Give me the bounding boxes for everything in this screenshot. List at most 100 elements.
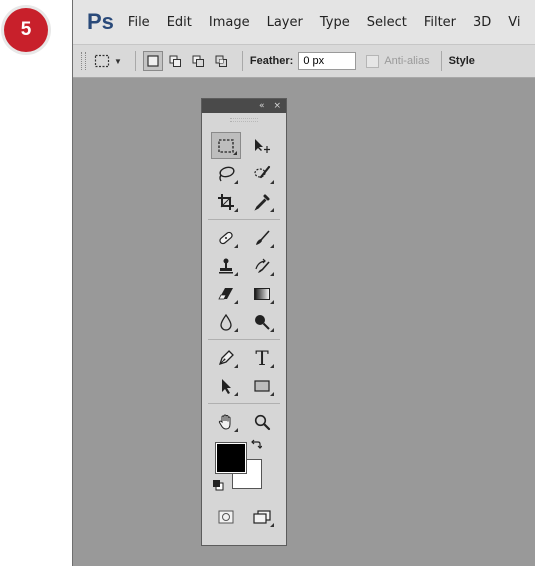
tool-group-indicator xyxy=(234,364,238,368)
brush-tool[interactable] xyxy=(247,224,277,251)
tools-panel-grip[interactable] xyxy=(230,118,258,122)
tools-panel: « × T xyxy=(201,98,287,546)
tool-group-indicator xyxy=(234,392,238,396)
add-to-selection-icon xyxy=(169,55,182,67)
tool-group-indicator xyxy=(234,428,238,432)
crop-icon xyxy=(218,193,234,210)
new-selection-button[interactable] xyxy=(142,51,163,71)
tool-group-indicator xyxy=(234,272,238,276)
move-icon xyxy=(255,138,270,153)
tool-group-indicator xyxy=(270,364,274,368)
app-logo: Ps xyxy=(87,9,114,34)
subtract-from-selection-button[interactable] xyxy=(189,51,209,71)
tool-group-indicator xyxy=(234,300,238,304)
tool-group-indicator xyxy=(270,180,274,184)
spot-healing-brush-tool[interactable] xyxy=(211,224,241,251)
rectangle-shape-icon xyxy=(254,379,270,392)
eraser-icon xyxy=(218,287,233,299)
tool-group-indicator xyxy=(270,208,274,212)
swap-colors-icon[interactable] xyxy=(250,439,262,451)
tool-preset-picker[interactable]: ▼ xyxy=(94,54,122,68)
hand-icon xyxy=(218,413,231,430)
intersect-with-selection-button[interactable] xyxy=(212,51,232,71)
eyedropper-tool[interactable] xyxy=(247,188,277,215)
tool-group-indicator xyxy=(233,151,237,155)
pen-nib-icon xyxy=(218,349,234,365)
lasso-icon xyxy=(219,166,235,181)
dodge-icon xyxy=(255,314,270,330)
gradient-icon xyxy=(254,287,270,300)
quick-mask-icon xyxy=(218,510,234,523)
screen-mode-button[interactable] xyxy=(247,503,277,530)
rectangular-marquee-tool[interactable] xyxy=(211,132,241,159)
history-brush-icon xyxy=(255,258,270,273)
tool-group-indicator xyxy=(234,244,238,248)
zoom-tool[interactable] xyxy=(247,408,277,435)
hand-tool[interactable] xyxy=(211,408,241,435)
type-tool[interactable]: T xyxy=(247,344,277,371)
eyedropper-icon xyxy=(254,194,270,211)
screen-mode-icon xyxy=(253,509,271,524)
photoshop-window: Ps File Edit Image Layer Type Select Fil… xyxy=(72,0,535,566)
tool-group-divider xyxy=(208,403,280,404)
path-selection-arrow-icon xyxy=(222,378,231,394)
blur-tool[interactable] xyxy=(211,308,241,335)
move-tool[interactable] xyxy=(247,132,277,159)
options-bar: ▼ Feather: 0 px Anti-alias Style xyxy=(73,45,535,78)
rectangle-tool[interactable] xyxy=(247,372,277,399)
tools-panel-header[interactable]: « × xyxy=(202,99,286,113)
tool-group-indicator xyxy=(270,300,274,304)
bandage-icon xyxy=(219,231,233,244)
divider xyxy=(440,51,442,71)
anti-alias-checkbox[interactable] xyxy=(366,54,380,68)
tool-group-divider xyxy=(208,339,280,340)
default-colors-icon[interactable] xyxy=(212,479,224,491)
crop-tool[interactable] xyxy=(211,188,241,215)
menu-file[interactable]: File xyxy=(128,15,150,30)
new-selection-icon xyxy=(147,55,159,67)
type-icon: T xyxy=(255,345,269,370)
clone-stamp-tool[interactable] xyxy=(211,252,241,279)
anti-alias-label: Anti-alias xyxy=(384,55,430,67)
tool-group-indicator xyxy=(234,328,238,332)
tool-group-indicator xyxy=(270,328,274,332)
feather-input[interactable] xyxy=(298,52,357,70)
tool-group-indicator xyxy=(270,272,274,276)
options-bar-grip[interactable] xyxy=(81,52,86,70)
path-selection-tool[interactable] xyxy=(211,372,241,399)
menu-3d[interactable]: 3D xyxy=(473,15,491,30)
menu-type[interactable]: Type xyxy=(320,15,350,30)
gradient-tool[interactable] xyxy=(247,280,277,307)
blur-drop-icon xyxy=(220,313,232,331)
menu-view[interactable]: Vi xyxy=(508,15,520,30)
eraser-tool[interactable] xyxy=(211,280,241,307)
menu-edit[interactable]: Edit xyxy=(167,15,192,30)
divider xyxy=(241,51,243,71)
menu-filter[interactable]: Filter xyxy=(424,15,456,30)
tool-group-indicator xyxy=(234,208,238,212)
stamp-icon xyxy=(219,258,233,273)
pen-tool[interactable] xyxy=(211,344,241,371)
dodge-tool[interactable] xyxy=(247,308,277,335)
collapse-icon[interactable]: « xyxy=(259,101,265,111)
step-number-badge: 5 xyxy=(4,8,48,52)
style-label: Style xyxy=(448,55,475,67)
tool-group-indicator xyxy=(270,523,274,527)
tool-group-indicator xyxy=(270,244,274,248)
magnifier-icon xyxy=(254,414,271,430)
foreground-color-swatch[interactable] xyxy=(216,443,246,473)
menu-layer[interactable]: Layer xyxy=(267,15,303,30)
history-brush-tool[interactable] xyxy=(247,252,277,279)
divider xyxy=(134,51,136,71)
lasso-tool[interactable] xyxy=(211,160,241,187)
menu-bar: Ps File Edit Image Layer Type Select Fil… xyxy=(73,0,535,45)
chevron-down-icon: ▼ xyxy=(114,56,122,66)
add-to-selection-button[interactable] xyxy=(166,51,186,71)
quick-selection-icon xyxy=(254,165,271,178)
menu-image[interactable]: Image xyxy=(209,15,250,30)
quick-mask-button[interactable] xyxy=(211,503,241,530)
quick-selection-tool[interactable] xyxy=(247,160,277,187)
menu-select[interactable]: Select xyxy=(367,15,407,30)
close-icon[interactable]: × xyxy=(273,101,281,111)
rectangular-marquee-icon xyxy=(94,54,110,68)
